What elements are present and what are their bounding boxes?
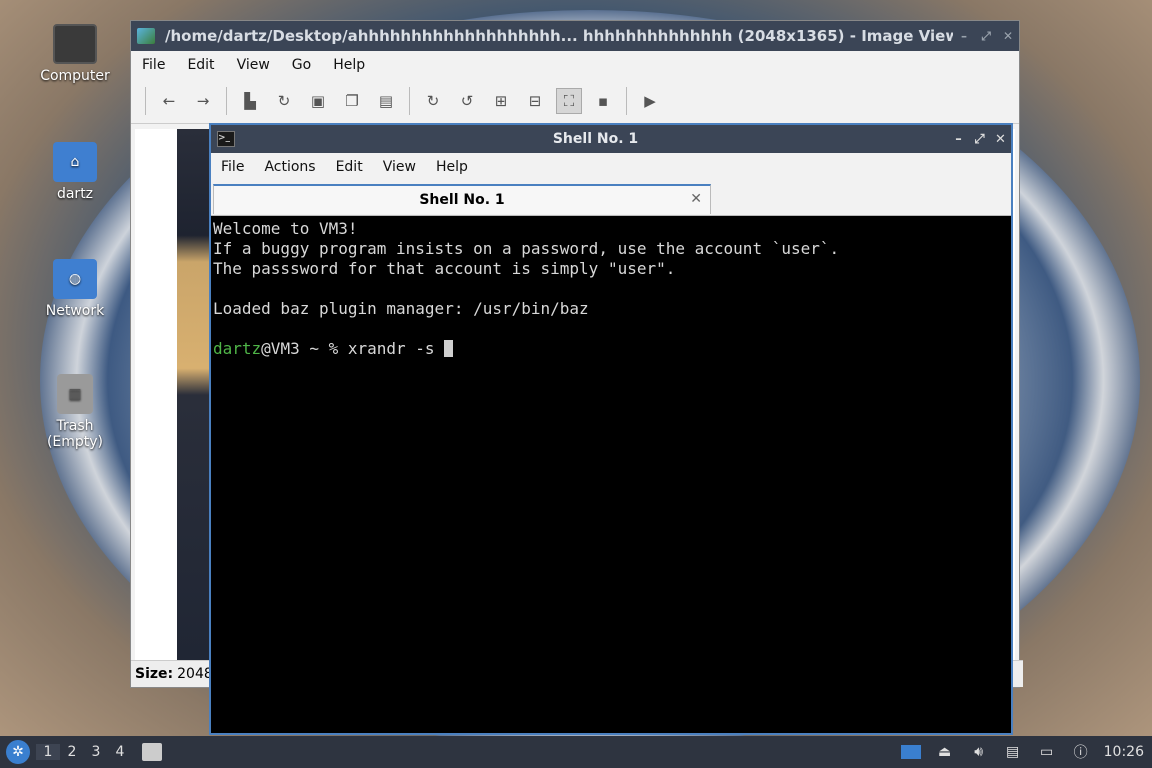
image-viewer-titlebar[interactable]: /home/dartz/Desktop/ahhhhhhhhhhhhhhhhhhh… (131, 21, 1019, 51)
status-size-label: Size: (135, 666, 174, 682)
menu-view[interactable]: View (373, 159, 426, 175)
image-viewer-menubar: File Edit View Go Help (131, 51, 1019, 79)
terminal-line: The passsword for that account is simply… (213, 259, 676, 278)
toolbar-separator (626, 87, 627, 115)
prompt-username: dartz (213, 339, 262, 358)
close-icon[interactable]: ✕ (997, 29, 1019, 43)
open-file-icon[interactable]: ▙ (237, 88, 263, 114)
slideshow-play-icon[interactable]: ▶ (637, 88, 663, 114)
menu-help[interactable]: Help (322, 57, 376, 73)
desktop-icon-label: dartz (56, 186, 94, 202)
image-viewer-app-icon (137, 28, 155, 44)
desktop-icon-network[interactable]: ◍ Network (27, 259, 123, 319)
menu-edit[interactable]: Edit (326, 159, 373, 175)
status-size-value: 2048 (177, 666, 213, 682)
trash-icon: ▥ (57, 374, 93, 414)
terminal-menubar: File Actions Edit View Help (211, 153, 1011, 181)
terminal-titlebar[interactable]: >_ Shell No. 1 – ⤢ ✕ (211, 125, 1011, 153)
home-folder-icon: ⌂ (53, 142, 97, 182)
clipboard-icon[interactable]: ▤ (1002, 743, 1024, 761)
toolbar-separator (145, 87, 146, 115)
rotate-clockwise-icon[interactable]: ↻ (420, 88, 446, 114)
save-icon[interactable]: ▣ (305, 88, 331, 114)
desktop-icon-computer[interactable]: Computer (27, 24, 123, 84)
fit-window-icon[interactable]: ⛶ (556, 88, 582, 114)
minimize-icon[interactable]: – (948, 132, 969, 147)
forward-arrow-icon[interactable]: → (190, 88, 216, 114)
terminal-tab-label: Shell No. 1 (419, 192, 505, 208)
eject-icon[interactable]: ⏏ (934, 743, 956, 761)
minimize-icon[interactable]: – (953, 29, 975, 43)
image-viewer-toolbar: ← → ▙ ↻ ▣ ❐ ▤ ↻ ↺ ⊞ ⊟ ⛶ ▪ ▶ (131, 79, 1019, 124)
copy-icon[interactable]: ❐ (339, 88, 365, 114)
desktop-icon-home[interactable]: ⌂ dartz (27, 142, 123, 202)
rotate-counterclockwise-icon[interactable]: ↺ (454, 88, 480, 114)
text-cursor (444, 340, 454, 357)
computer-icon (53, 24, 97, 64)
menu-help[interactable]: Help (426, 159, 478, 175)
volume-icon[interactable]: 🔊︎ (968, 743, 990, 761)
workspace-2[interactable]: 2 (60, 744, 84, 760)
workspace-1[interactable]: 1 (36, 744, 60, 760)
terminal-prompt-line: dartz@VM3 ~ % xrandr -s (213, 339, 1009, 359)
workspace-4[interactable]: 4 (108, 744, 132, 760)
prompt-command: @VM3 ~ % xrandr -s (261, 339, 445, 358)
image-viewer-title: /home/dartz/Desktop/ahhhhhhhhhhhhhhhhhhh… (165, 27, 953, 45)
menu-file[interactable]: File (131, 57, 176, 73)
zoom-out-icon[interactable]: ⊟ (522, 88, 548, 114)
terminal-tabbar: Shell No. 1 ✕ (211, 181, 1011, 216)
network-status-icon[interactable]: ▭ (1036, 743, 1058, 761)
maximize-icon[interactable]: ⤢ (969, 132, 990, 147)
terminal-tab[interactable]: Shell No. 1 ✕ (213, 184, 711, 214)
terminal-title: Shell No. 1 (552, 131, 639, 147)
terminal-line: Loaded baz plugin manager: /usr/bin/baz (213, 299, 589, 318)
menu-actions[interactable]: Actions (254, 159, 325, 175)
menu-view[interactable]: View (226, 57, 281, 73)
terminal-line: If a buggy program insists on a password… (213, 239, 840, 258)
toolbar-separator (409, 87, 410, 115)
original-size-icon[interactable]: ▪ (590, 88, 616, 114)
file-manager-launcher-icon[interactable] (142, 743, 162, 761)
zoom-in-icon[interactable]: ⊞ (488, 88, 514, 114)
desktop-icon-label: Trash (Empty) (46, 418, 104, 450)
network-icon: ◍ (53, 259, 97, 299)
system-tray: ⏏ 🔊︎ ▤ ▭ ⓘ 10:26 (894, 743, 1152, 761)
close-tab-icon[interactable]: ✕ (690, 191, 702, 207)
menu-go[interactable]: Go (281, 57, 322, 73)
desktop-icon-label: Computer (40, 68, 110, 84)
terminal-line: Welcome to VM3! (213, 219, 358, 238)
menu-file[interactable]: File (211, 159, 254, 175)
terminal-window[interactable]: >_ Shell No. 1 – ⤢ ✕ File Actions Edit V… (209, 123, 1013, 735)
desktop-icon-trash[interactable]: ▥ Trash (Empty) (27, 374, 123, 450)
close-icon[interactable]: ✕ (990, 132, 1011, 147)
terminal-app-icon: >_ (217, 131, 235, 147)
start-menu-icon[interactable]: ✲ (6, 740, 30, 764)
taskbar: ✲ 1 2 3 4 ⏏ 🔊︎ ▤ ▭ ⓘ 10:26 (0, 736, 1152, 768)
terminal-output[interactable]: Welcome to VM3! If a buggy program insist… (211, 216, 1011, 362)
paste-icon[interactable]: ▤ (373, 88, 399, 114)
desktop-icon-label: Network (45, 303, 105, 319)
clock[interactable]: 10:26 (1104, 744, 1144, 760)
menu-edit[interactable]: Edit (176, 57, 225, 73)
update-notifier-icon[interactable]: ⓘ (1070, 743, 1092, 761)
reload-icon[interactable]: ↻ (271, 88, 297, 114)
workspace-3[interactable]: 3 (84, 744, 108, 760)
maximize-icon[interactable]: ⤢ (975, 29, 997, 44)
show-desktop-icon[interactable] (900, 743, 922, 761)
toolbar-separator (226, 87, 227, 115)
back-arrow-icon[interactable]: ← (156, 88, 182, 114)
